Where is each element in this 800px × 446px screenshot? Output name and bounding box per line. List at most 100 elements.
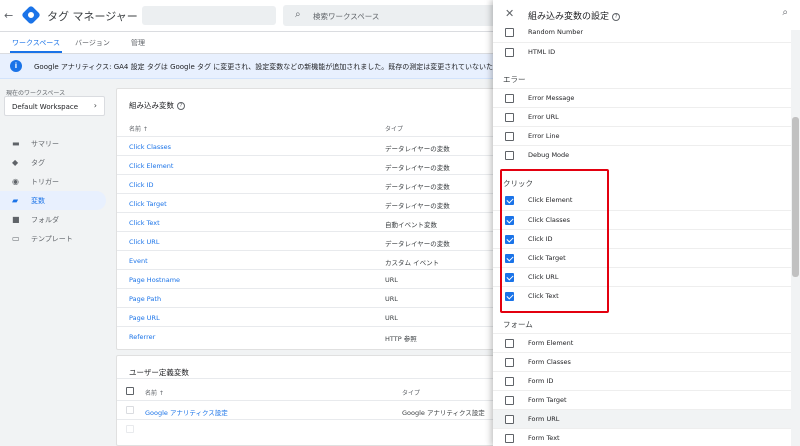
- summary-icon: ▬: [12, 139, 20, 148]
- account-selector[interactable]: [142, 6, 276, 25]
- variable-name-link[interactable]: Click Element: [129, 162, 173, 170]
- sidebar-item-summary[interactable]: ▬ サマリー: [0, 134, 106, 153]
- column-header-type: タイプ: [385, 126, 404, 133]
- divider: [117, 378, 495, 379]
- table-row[interactable]: Click Element データレイヤーの変数: [117, 155, 495, 174]
- select-all-checkbox[interactable]: [126, 387, 134, 395]
- variable-type: カスタム イベント: [385, 259, 440, 267]
- table-row[interactable]: Click Text 自動イベント変数: [117, 212, 495, 231]
- option-form-url[interactable]: Form URL: [493, 409, 791, 428]
- variable-type: URL: [385, 276, 398, 284]
- option-html-id[interactable]: HTML ID: [493, 42, 791, 61]
- checkbox[interactable]: [505, 132, 514, 141]
- help-icon[interactable]: ?: [177, 102, 185, 110]
- panel-scrollbar[interactable]: [791, 30, 800, 446]
- option-random-number[interactable]: Random Number: [493, 23, 791, 42]
- search-input[interactable]: ⌕ 検索ワークスペース: [283, 5, 498, 26]
- variable-name-link[interactable]: Click URL: [129, 238, 159, 246]
- table-row[interactable]: Google アナリティクス設定 Google アナリティクス設定: [117, 400, 495, 419]
- sidebar-item-tags[interactable]: ◆ タグ: [0, 153, 106, 172]
- checkbox[interactable]: [505, 151, 514, 160]
- template-icon: ▭: [12, 234, 20, 243]
- variable-name-link[interactable]: Click Target: [129, 200, 167, 208]
- table-row[interactable]: Click URL データレイヤーの変数: [117, 231, 495, 250]
- variable-type: URL: [385, 314, 398, 322]
- scrollbar-thumb[interactable]: [792, 117, 799, 277]
- card-title: ユーザー定義変数: [129, 368, 189, 377]
- sidebar-item-folders[interactable]: ■ フォルダ: [0, 210, 106, 229]
- option-label: Form Target: [528, 396, 567, 404]
- table-row[interactable]: Referrer HTTP 参照: [117, 326, 495, 345]
- table-row[interactable]: Click Classes データレイヤーの変数: [117, 136, 495, 155]
- option-form-element[interactable]: Form Element: [493, 333, 791, 352]
- variable-name-link[interactable]: Page URL: [129, 314, 160, 322]
- variable-type: データレイヤーの変数: [385, 164, 450, 172]
- option-form-text[interactable]: Form Text: [493, 428, 791, 446]
- banner-text: Google アナリティクス: GA4 設定 タグは Google タグ に変更…: [34, 63, 522, 71]
- variable-name-link[interactable]: Page Hostname: [129, 276, 180, 284]
- variable-name-link[interactable]: Click Text: [129, 219, 160, 227]
- option-error-line[interactable]: Error Line: [493, 126, 791, 145]
- option-label: Error Line: [528, 132, 560, 140]
- checkbox[interactable]: [505, 28, 514, 37]
- section-heading-form: フォーム: [503, 320, 533, 329]
- back-arrow-icon[interactable]: ←: [4, 9, 13, 22]
- sidebar-item-templates[interactable]: ▭ テンプレート: [0, 229, 106, 248]
- checkbox[interactable]: [505, 377, 514, 386]
- close-icon[interactable]: ✕: [505, 7, 514, 20]
- option-label: Form Classes: [528, 358, 571, 366]
- chevron-right-icon: ›: [93, 101, 97, 110]
- table-row[interactable]: Page Hostname URL: [117, 269, 495, 288]
- checkbox[interactable]: [505, 358, 514, 367]
- checkbox[interactable]: [505, 113, 514, 122]
- checkbox[interactable]: [505, 434, 514, 443]
- table-row[interactable]: Click ID データレイヤーの変数: [117, 174, 495, 193]
- help-icon[interactable]: ?: [612, 12, 621, 21]
- checkbox[interactable]: [505, 94, 514, 103]
- checkbox[interactable]: [505, 48, 514, 57]
- variable-name-link[interactable]: Event: [129, 257, 148, 265]
- variable-icon: ▰: [12, 196, 19, 205]
- table-row[interactable]: Page URL URL: [117, 307, 495, 326]
- variable-type: データレイヤーの変数: [385, 183, 450, 191]
- variable-type: URL: [385, 295, 398, 303]
- option-form-id[interactable]: Form ID: [493, 371, 791, 390]
- variable-name-link[interactable]: Referrer: [129, 333, 155, 341]
- row-checkbox[interactable]: [126, 406, 134, 414]
- variable-type: Google アナリティクス設定: [402, 409, 485, 417]
- option-label: Form ID: [528, 377, 554, 385]
- option-error-url[interactable]: Error URL: [493, 107, 791, 126]
- variable-name-link[interactable]: Google アナリティクス設定: [145, 407, 228, 417]
- table-row[interactable]: Page Path URL: [117, 288, 495, 307]
- sidebar-item-variables[interactable]: ▰ 変数: [0, 191, 106, 210]
- option-label: Form Element: [528, 339, 574, 347]
- tag-manager-logo-icon: [21, 5, 41, 25]
- sidebar-item-triggers[interactable]: ◉ トリガー: [0, 172, 106, 191]
- column-header-name[interactable]: 名前 ↑: [145, 388, 164, 397]
- table-row[interactable]: Click Target データレイヤーの変数: [117, 193, 495, 212]
- option-debug-mode[interactable]: Debug Mode: [493, 145, 791, 164]
- option-label: Random Number: [528, 28, 584, 36]
- workspace-selector[interactable]: Default Workspace ›: [4, 96, 105, 116]
- option-label: Form URL: [528, 415, 560, 423]
- variable-name-link[interactable]: Click Classes: [129, 143, 171, 151]
- row-checkbox[interactable]: [126, 425, 134, 433]
- option-form-classes[interactable]: Form Classes: [493, 352, 791, 371]
- option-error-message[interactable]: Error Message: [493, 88, 791, 107]
- tab-admin[interactable]: 管理: [131, 38, 145, 48]
- tab-versions[interactable]: バージョン: [75, 38, 110, 48]
- checkbox[interactable]: [505, 339, 514, 348]
- column-header-name[interactable]: 名前 ↑: [129, 124, 148, 133]
- search-icon: ⌕: [295, 9, 301, 20]
- variable-name-link[interactable]: Page Path: [129, 295, 161, 303]
- option-form-target[interactable]: Form Target: [493, 390, 791, 409]
- tab-workspace[interactable]: ワークスペース: [12, 38, 60, 48]
- option-label: Debug Mode: [528, 151, 570, 159]
- table-row[interactable]: Event カスタム イベント: [117, 250, 495, 269]
- section-heading-error: エラー: [503, 75, 526, 84]
- table-row[interactable]: [117, 419, 495, 438]
- checkbox[interactable]: [505, 396, 514, 405]
- variable-name-link[interactable]: Click ID: [129, 181, 153, 189]
- checkbox[interactable]: [505, 415, 514, 424]
- search-icon[interactable]: ⌕: [782, 7, 788, 18]
